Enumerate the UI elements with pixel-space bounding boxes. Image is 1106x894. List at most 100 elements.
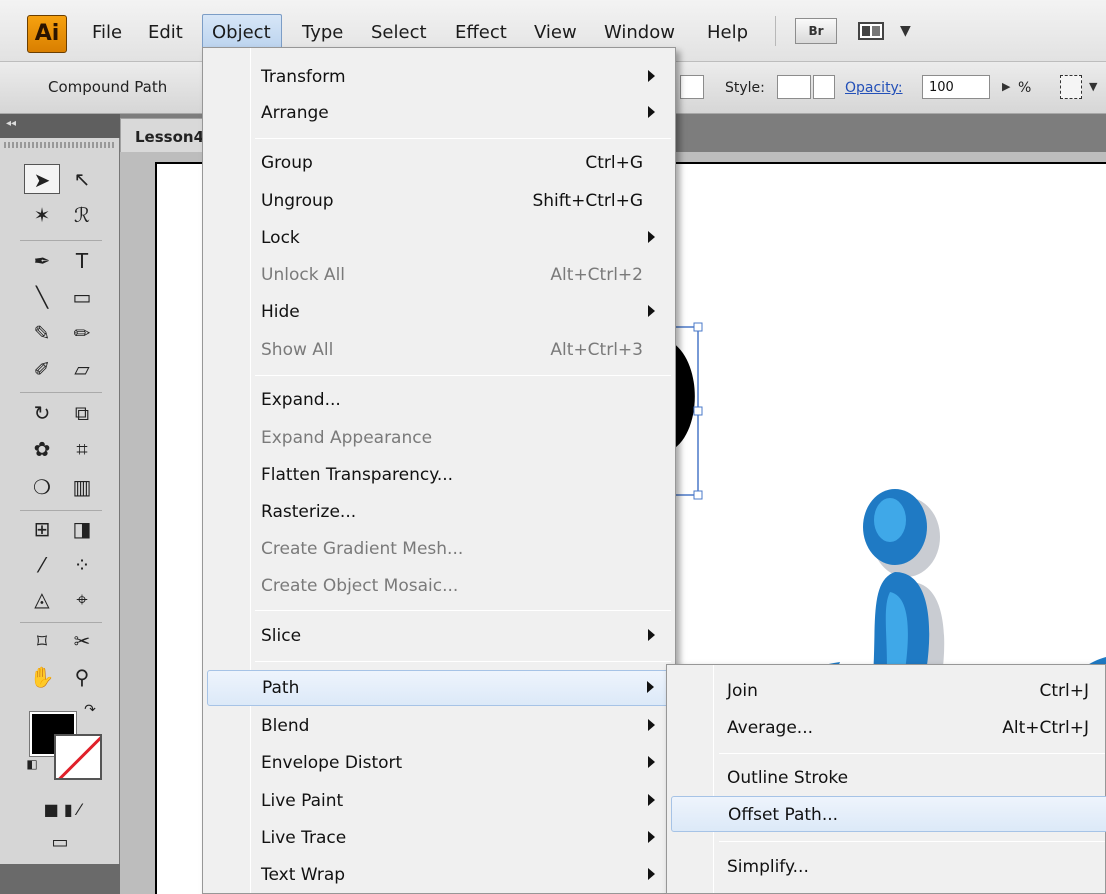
menu-file[interactable]: File [92,22,122,43]
lasso-tool-icon[interactable]: ℛ [64,200,100,230]
menu-item-path[interactable]: Path [207,670,673,706]
pencil-tool-icon[interactable]: ✏ [64,318,100,348]
chevron-down-icon[interactable]: ▼ [900,23,911,39]
gradient-tool-icon[interactable]: ◨ [64,514,100,544]
submenu-arrow-icon [648,756,655,768]
menu-item-outline-stroke[interactable]: Outline Stroke [671,760,1106,796]
magic-wand-tool-icon[interactable]: ✶ [24,200,60,230]
menu-item-label: Simplify... [727,857,809,877]
transform-icon[interactable] [1060,75,1082,99]
line-tool-icon[interactable]: ╲ [24,282,60,312]
menu-effect[interactable]: Effect [455,22,507,43]
menu-item-rasterize[interactable]: Rasterize... [207,495,673,529]
menu-help[interactable]: Help [707,22,748,43]
menu-item-lock[interactable]: Lock [207,221,673,255]
tool-separator [20,510,102,511]
menu-item-envelope-distort[interactable]: Envelope Distort [207,746,673,780]
menu-separator [255,375,671,376]
menu-select[interactable]: Select [371,22,427,43]
default-colors-icon[interactable]: ◧ [22,754,42,774]
selection-handle[interactable] [693,406,703,416]
color-mode-icons[interactable]: ■ ▮ ⁄ [22,798,102,822]
menu-item-live-paint[interactable]: Live Paint [207,784,673,818]
type-tool-icon[interactable]: T [64,246,100,276]
menu-separator [719,753,1105,754]
submenu-arrow-icon [648,831,655,843]
collapse-panel-icon[interactable]: ◂◂ [0,114,120,138]
menu-item-slice[interactable]: Slice [207,619,673,653]
dropdown-arrow-icon[interactable] [680,75,704,99]
menu-item-text-wrap[interactable]: Text Wrap [207,858,673,892]
rotate-tool-icon[interactable]: ↻ [24,398,60,428]
menu-item-join[interactable]: Join Ctrl+J [671,673,1106,709]
submenu-arrow-icon [648,794,655,806]
menu-item-arrange[interactable]: Arrange [207,96,673,130]
swap-colors-icon[interactable]: ↷ [78,700,102,720]
blob-brush-tool-icon[interactable]: ✐ [24,354,60,384]
screen-mode-icon[interactable]: ▭ [38,830,82,856]
menu-item-label: Offset Path... [728,805,839,825]
opacity-slider-arrow-icon[interactable]: ▶ [1002,80,1010,93]
menu-item-label: Transform [261,67,346,87]
mesh-tool-icon[interactable]: ⊞ [24,514,60,544]
hand-tool-icon[interactable]: ✋ [24,662,60,692]
rectangle-tool-icon[interactable]: ▭ [64,282,100,312]
menu-item-shortcut: Shift+Ctrl+G [532,191,643,211]
menu-item-label: Envelope Distort [261,753,403,773]
eraser-tool-icon[interactable]: ▱ [64,354,100,384]
menu-type[interactable]: Type [302,22,343,43]
scale-tool-icon[interactable]: ⧉ [64,398,100,428]
warp-tool-icon[interactable]: ✿ [24,434,60,464]
menu-item-blend[interactable]: Blend [207,709,673,743]
menu-object[interactable]: Object [212,22,271,43]
selection-tool-icon[interactable]: ➤ [24,164,60,194]
blend-tool-icon[interactable]: ⁘ [64,550,100,580]
bridge-button[interactable]: Br [795,18,837,44]
chevron-down-icon[interactable]: ▼ [1089,80,1097,93]
direct-selection-tool-icon[interactable]: ↖ [64,164,100,194]
document-tab[interactable]: Lesson4 [120,118,210,152]
menu-item-transform[interactable]: Transform [207,60,673,94]
column-graph-tool-icon[interactable]: ▥ [64,472,100,502]
stroke-color-swatch[interactable] [54,734,102,780]
symbol-sprayer-tool-icon[interactable]: ❍ [24,472,60,502]
live-paint-selection-tool-icon[interactable]: ⌖ [64,584,100,614]
pen-tool-icon[interactable]: ✒ [24,246,60,276]
menu-item-hide[interactable]: Hide [207,295,673,329]
menu-item-label: Flatten Transparency... [261,465,454,485]
artboard-tool-icon[interactable]: ⌑ [24,626,60,656]
selection-handle[interactable] [693,490,703,500]
zoom-tool-icon[interactable]: ⚲ [64,662,100,692]
paintbrush-tool-icon[interactable]: ✎ [24,318,60,348]
opacity-label[interactable]: Opacity: [845,80,903,96]
arrange-documents-icon[interactable] [858,22,884,40]
menu-item-live-trace[interactable]: Live Trace [207,821,673,855]
menu-item-label: Slice [261,626,302,646]
opacity-input[interactable]: 100 [922,75,990,99]
selection-handle[interactable] [693,322,703,332]
menu-item-average[interactable]: Average... Alt+Ctrl+J [671,710,1106,746]
menu-item-group[interactable]: Group Ctrl+G [207,146,673,180]
eyedropper-tool-icon[interactable]: ⁄ [24,550,60,580]
menu-item-shortcut: Alt+Ctrl+3 [550,340,643,360]
menu-item-label: Unlock All [261,265,346,285]
menu-window[interactable]: Window [604,22,675,43]
menu-edit[interactable]: Edit [148,22,183,43]
slice-tool-icon[interactable]: ✂ [64,626,100,656]
style-dropdown-button[interactable] [813,75,835,99]
menu-item-flatten-transparency[interactable]: Flatten Transparency... [207,458,673,492]
menu-view[interactable]: View [534,22,577,43]
menu-item-ungroup[interactable]: Ungroup Shift+Ctrl+G [207,184,673,218]
style-swatch[interactable] [777,75,811,99]
free-transform-tool-icon[interactable]: ⌗ [64,434,100,464]
menu-item-label: Show All [261,340,334,360]
menu-item-simplify[interactable]: Simplify... [671,849,1106,885]
tools-footer [0,864,120,894]
bridge-label: Br [808,24,824,38]
menu-item-expand[interactable]: Expand... [207,383,673,417]
menu-item-offset-path[interactable]: Offset Path... [671,796,1106,832]
menu-item-label: Expand... [261,390,341,410]
menu-item-shortcut: Ctrl+J [1039,681,1089,701]
live-paint-bucket-tool-icon[interactable]: ◬ [24,584,60,614]
panel-grip[interactable] [4,142,114,148]
